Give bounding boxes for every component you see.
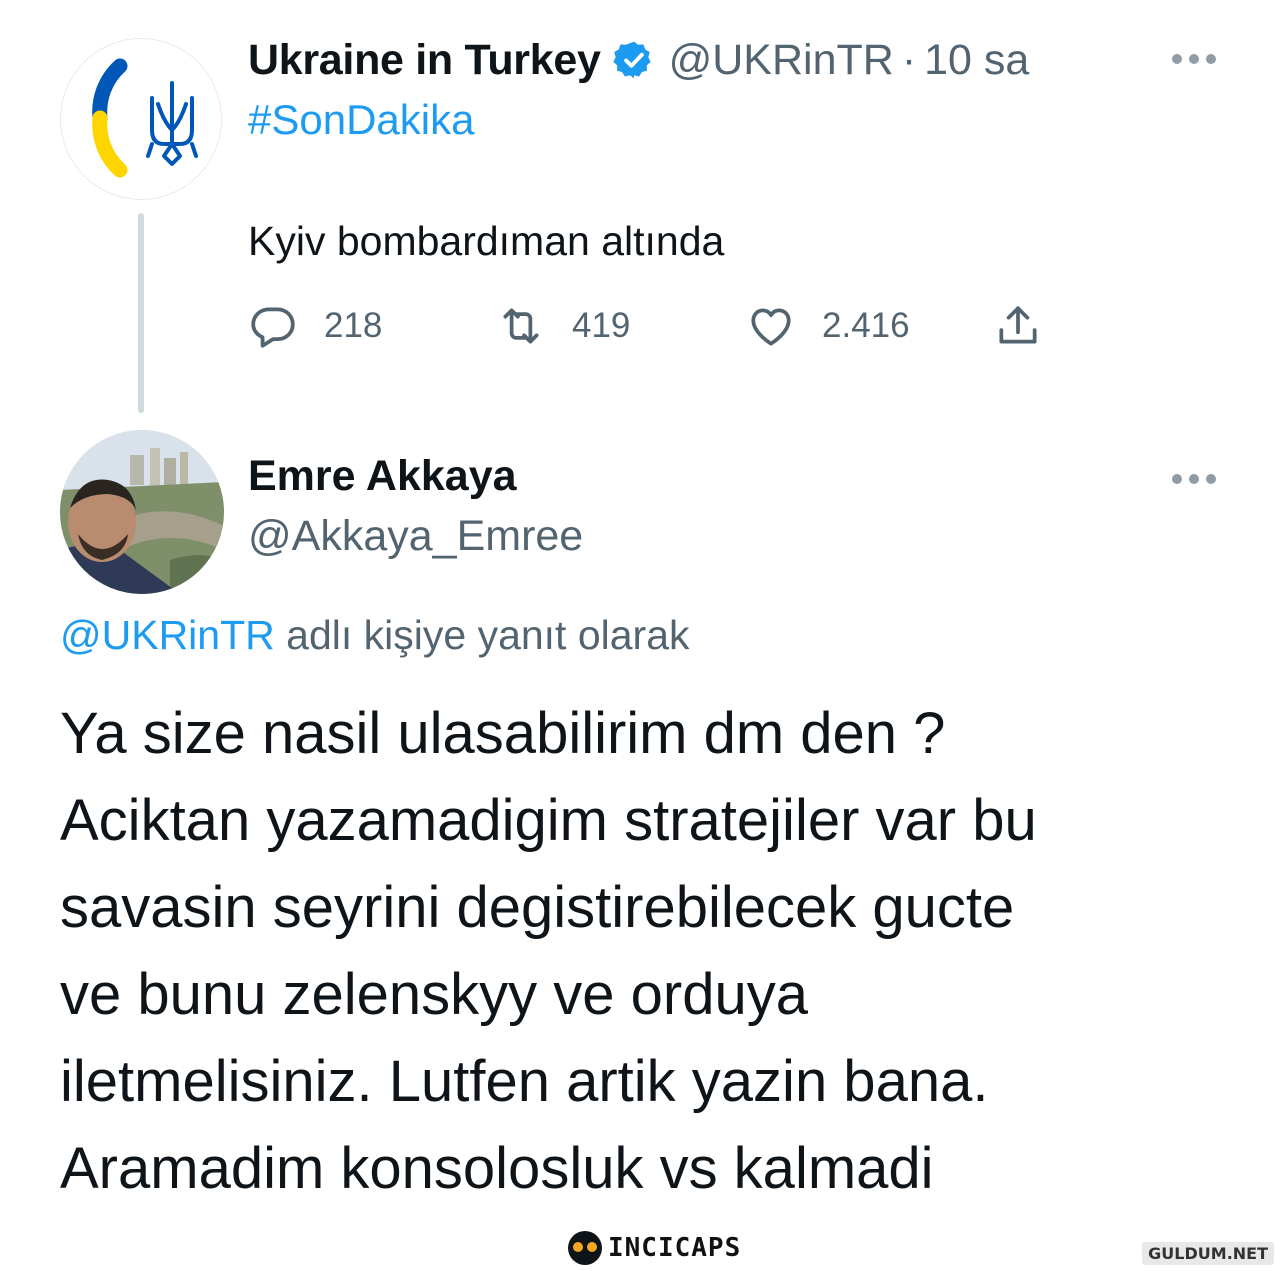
hashtag-link[interactable]: #SonDakika xyxy=(248,96,474,144)
retweet-icon xyxy=(503,308,539,344)
parent-display-name[interactable]: Ukraine in Turkey xyxy=(248,36,601,85)
owl-logo-icon xyxy=(568,1231,602,1265)
more-icon[interactable] xyxy=(1172,472,1216,486)
incicaps-watermark: INCICAPS xyxy=(568,1230,741,1266)
separator-dot: · xyxy=(901,35,917,84)
reply-count: 218 xyxy=(324,306,383,345)
reply-text-line: Ya size nasil ulasabilirim dm den ? xyxy=(60,701,946,766)
parent-handle[interactable]: @UKRinTR xyxy=(669,36,894,85)
replying-to-line: @UKRinTR adlı kişiye yanıt olarak xyxy=(60,612,690,659)
replying-to-mention[interactable]: @UKRinTR xyxy=(60,612,275,658)
reply-text-line: savasin seyrini degistirebilecek gucte xyxy=(60,875,1015,940)
reply-text-line: Aciktan yazamadigim stratejiler var bu xyxy=(60,788,1037,853)
reply-handle[interactable]: @Akkaya_Emree xyxy=(248,512,583,561)
share-icon xyxy=(999,306,1037,344)
thread-connector-line xyxy=(138,213,144,413)
more-icon[interactable] xyxy=(1172,52,1216,66)
like-button[interactable]: 2.416 xyxy=(746,296,910,356)
guldum-watermark: GULDUM.NET xyxy=(1142,1242,1274,1265)
share-button[interactable] xyxy=(993,296,1043,356)
parent-tweet-text: Kyiv bombardıman altında xyxy=(248,218,725,264)
verified-badge-icon xyxy=(612,41,651,79)
reply-text-line: ve bunu zelenskyy ve orduya xyxy=(60,962,808,1027)
incicaps-watermark-text: INCICAPS xyxy=(608,1233,742,1263)
profile-photo xyxy=(60,430,224,594)
like-icon xyxy=(751,308,791,346)
emre-avatar[interactable] xyxy=(60,430,224,594)
ukraine-embassy-logo xyxy=(92,58,198,178)
reply-display-name[interactable]: Emre Akkaya xyxy=(248,452,517,501)
retweet-count: 419 xyxy=(572,306,631,345)
reply-button[interactable]: 218 xyxy=(248,296,382,356)
retweet-button[interactable]: 419 xyxy=(496,296,630,356)
tweet-timestamp[interactable]: 10 sa xyxy=(924,36,1029,85)
reply-text-line: iletmelisiniz. Lutfen artik yazin bana. xyxy=(60,1049,989,1114)
parent-tweet-header: Ukraine in Turkey @UKRinTR · 10 sa xyxy=(248,30,1029,90)
reply-tweet-text: Ya size nasil ulasabilirim dm den ? Acik… xyxy=(60,690,1230,1212)
ukraine-avatar[interactable] xyxy=(60,38,222,200)
replying-to-label: adlı kişiye yanıt olarak xyxy=(286,612,690,658)
reply-text-line: Aramadim konsolosluk vs kalmadi xyxy=(60,1136,934,1201)
like-count: 2.416 xyxy=(822,306,910,345)
reply-icon xyxy=(251,307,295,348)
